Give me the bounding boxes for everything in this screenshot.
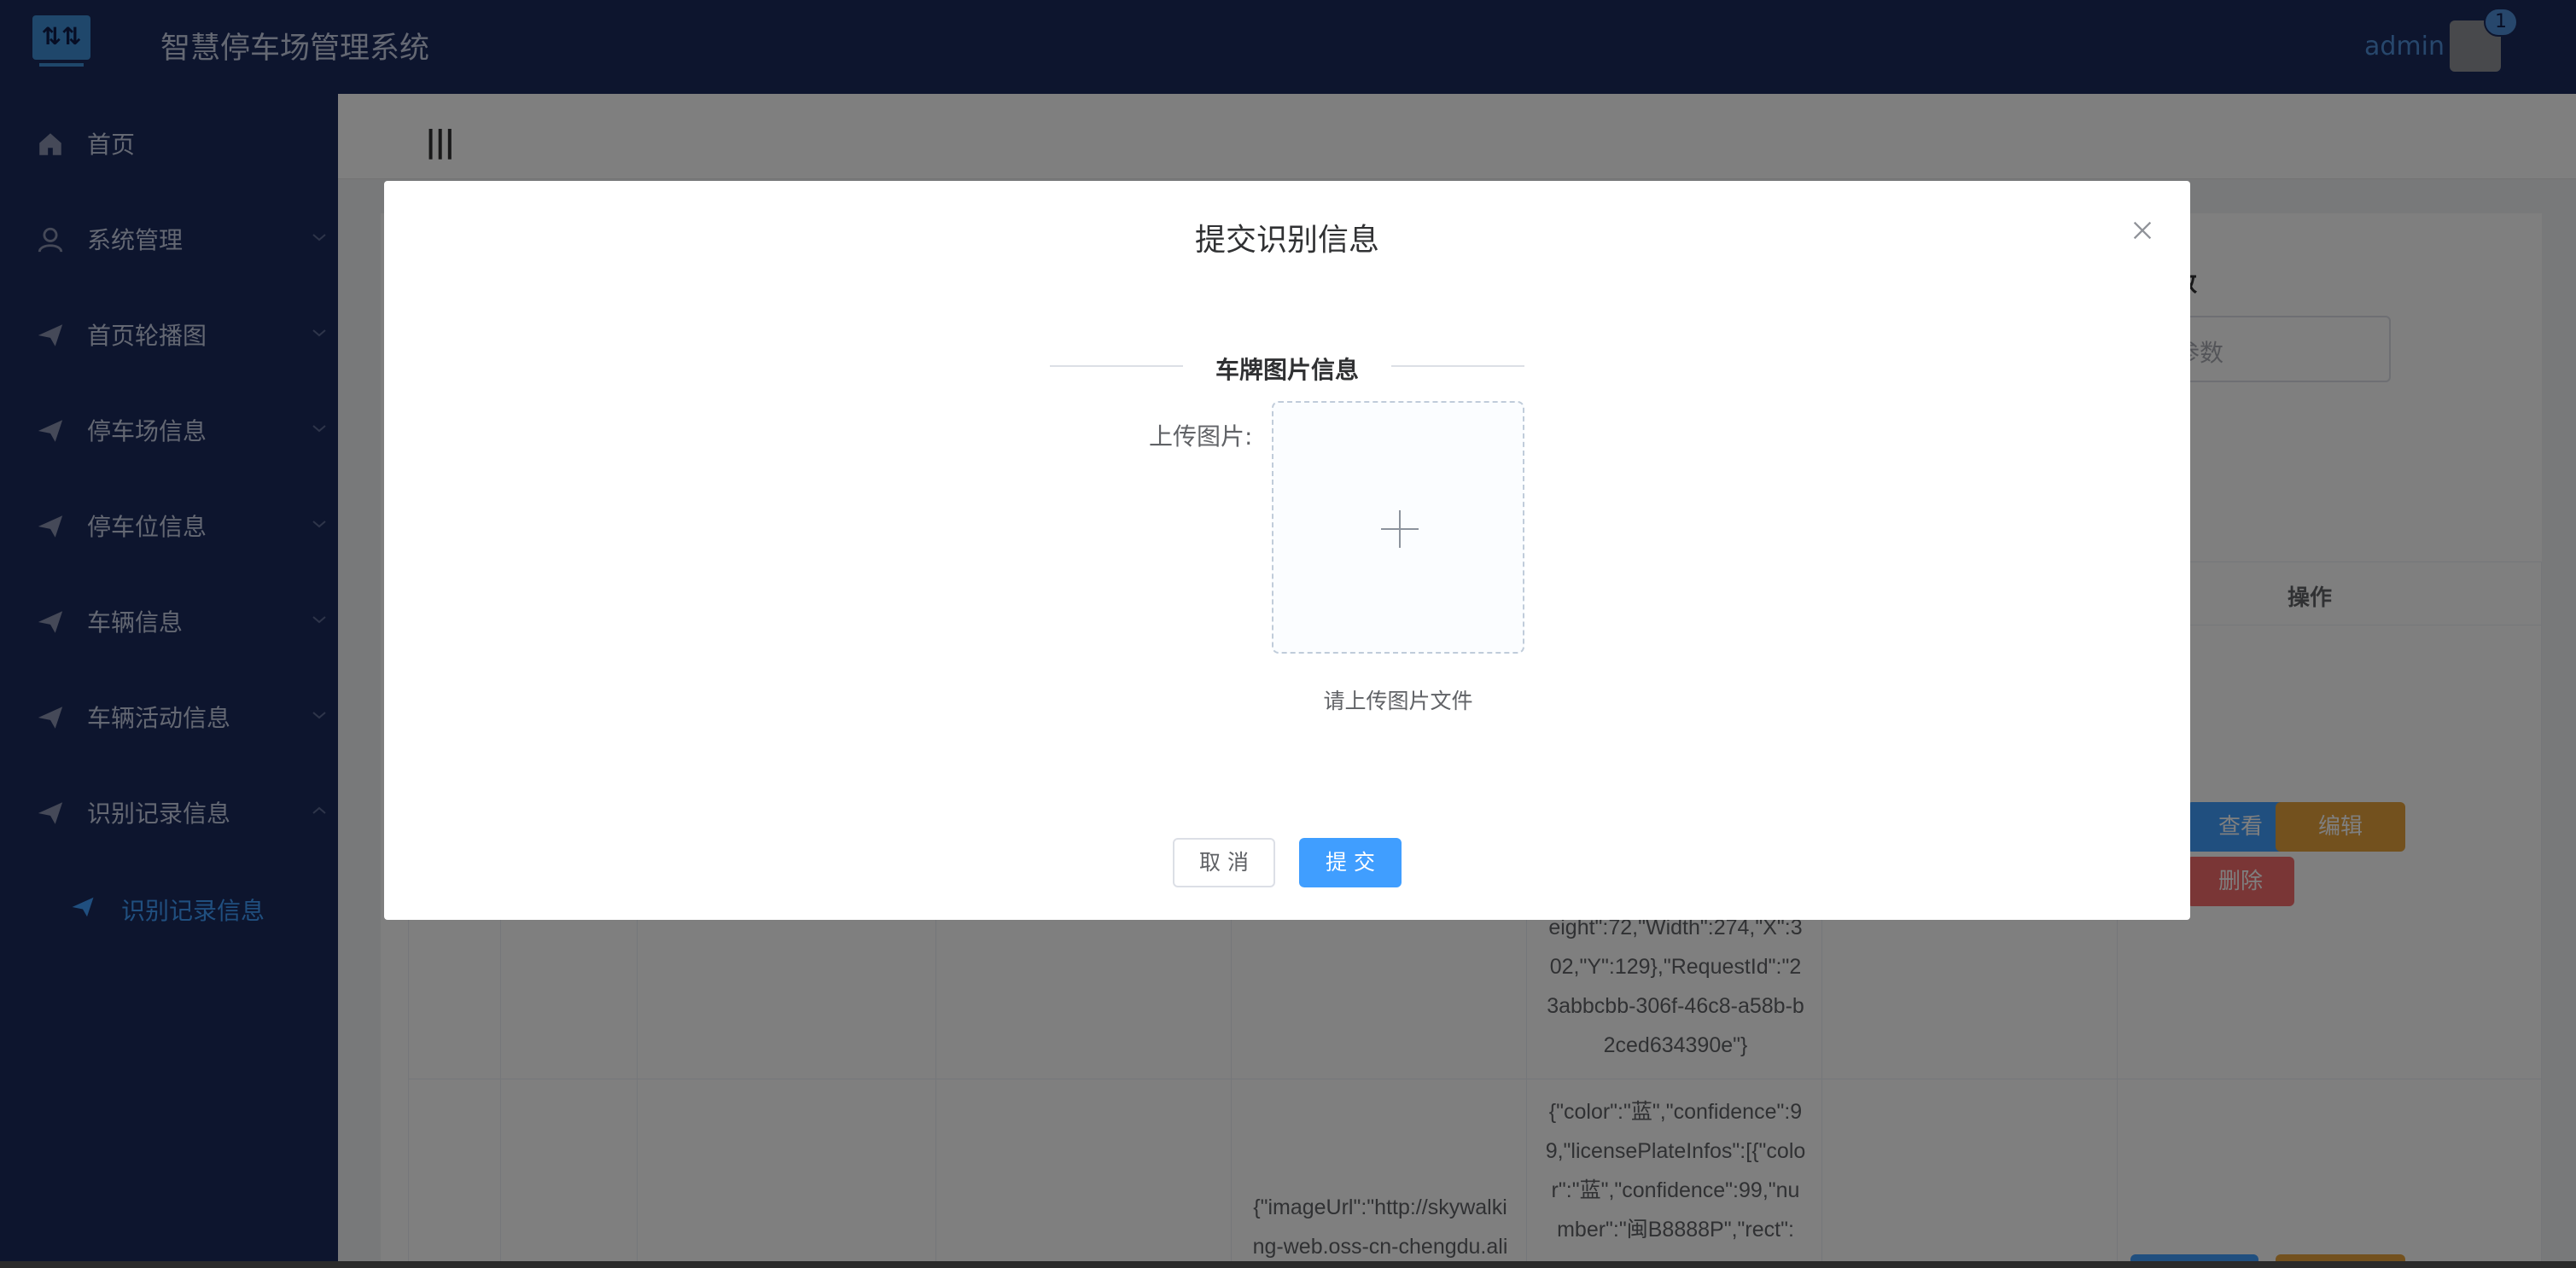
section-divider: 车牌图片信息 — [1050, 355, 1524, 384]
cancel-button[interactable]: 取 消 — [1173, 838, 1275, 887]
divider-line — [1391, 365, 1524, 367]
submit-button[interactable]: 提 交 — [1299, 838, 1402, 887]
dialog-title: 提交识别信息 — [1194, 223, 1379, 258]
image-upload-area[interactable] — [1272, 401, 1524, 654]
plus-icon — [1381, 510, 1419, 548]
divider-line — [1050, 365, 1183, 367]
bottom-edge — [0, 1261, 2576, 1268]
close-icon[interactable] — [2130, 218, 2154, 242]
submit-recognition-dialog: 提交识别信息 车牌图片信息 上传图片: 请上传图片文件 取 消 提 交 — [384, 181, 2190, 920]
section-title: 车牌图片信息 — [1215, 356, 1359, 384]
upload-label: 上传图片: — [1149, 422, 1253, 451]
upload-hint: 请上传图片文件 — [1323, 689, 1473, 713]
